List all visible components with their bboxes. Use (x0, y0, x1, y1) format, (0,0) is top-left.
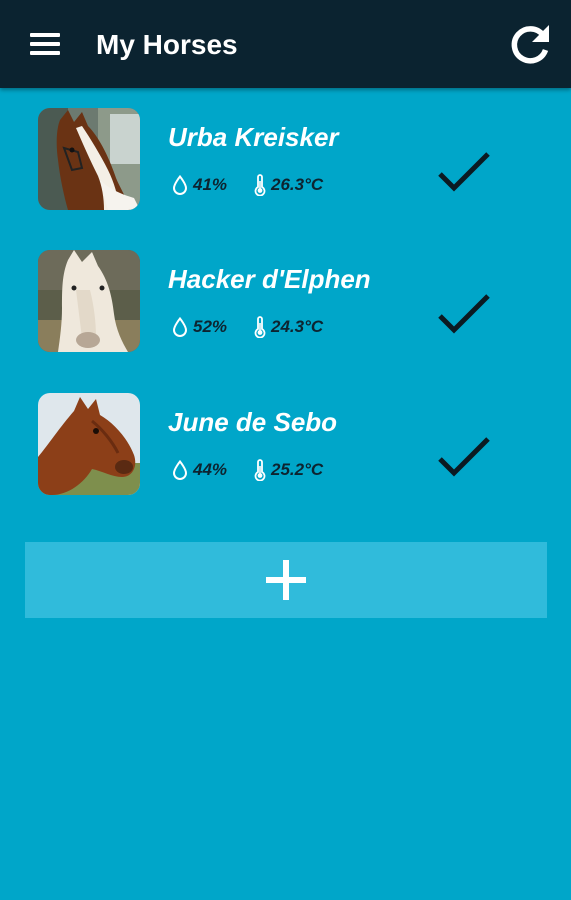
horse-name: June de Sebo (168, 407, 338, 437)
checkmark-icon[interactable] (434, 148, 494, 198)
refresh-icon[interactable] (505, 20, 555, 70)
thermometer-icon (254, 316, 266, 338)
add-horse-button[interactable] (25, 542, 547, 618)
humidity-drop-icon (172, 175, 188, 195)
horse-list-item[interactable]: Hacker d'Elphen 52% 24.3°C (0, 250, 571, 360)
horse-list-item[interactable]: Urba Kreisker 41% 26.3°C (0, 108, 571, 218)
humidity-value: 44% (193, 460, 228, 479)
app-bar: My Horses (0, 0, 571, 88)
page-title: My Horses (96, 29, 238, 60)
hamburger-menu-icon[interactable] (26, 26, 62, 62)
thermometer-icon (254, 459, 266, 481)
humidity-value: 52% (193, 317, 228, 336)
temperature-stat: 24.3°C (254, 316, 323, 338)
plus-icon (266, 560, 306, 600)
humidity-drop-icon (172, 460, 188, 480)
temperature-value: 25.2°C (271, 460, 324, 479)
temperature-value: 26.3°C (271, 175, 324, 194)
humidity-value: 41% (193, 175, 228, 194)
horse-name: Urba Kreisker (168, 122, 339, 152)
humidity-stat: 44% (172, 459, 227, 481)
temperature-value: 24.3°C (271, 317, 324, 336)
humidity-stat: 52% (172, 316, 227, 338)
temperature-stat: 26.3°C (254, 174, 323, 196)
horse-photo (38, 108, 140, 210)
horse-photo (38, 250, 140, 352)
humidity-drop-icon (172, 317, 188, 337)
horse-list-item[interactable]: June de Sebo 44% 25.2°C (0, 393, 571, 503)
thermometer-icon (254, 174, 266, 196)
temperature-stat: 25.2°C (254, 459, 323, 481)
checkmark-icon[interactable] (434, 290, 494, 340)
humidity-stat: 41% (172, 174, 227, 196)
horse-name: Hacker d'Elphen (168, 264, 371, 294)
checkmark-icon[interactable] (434, 433, 494, 483)
horse-photo (38, 393, 140, 495)
